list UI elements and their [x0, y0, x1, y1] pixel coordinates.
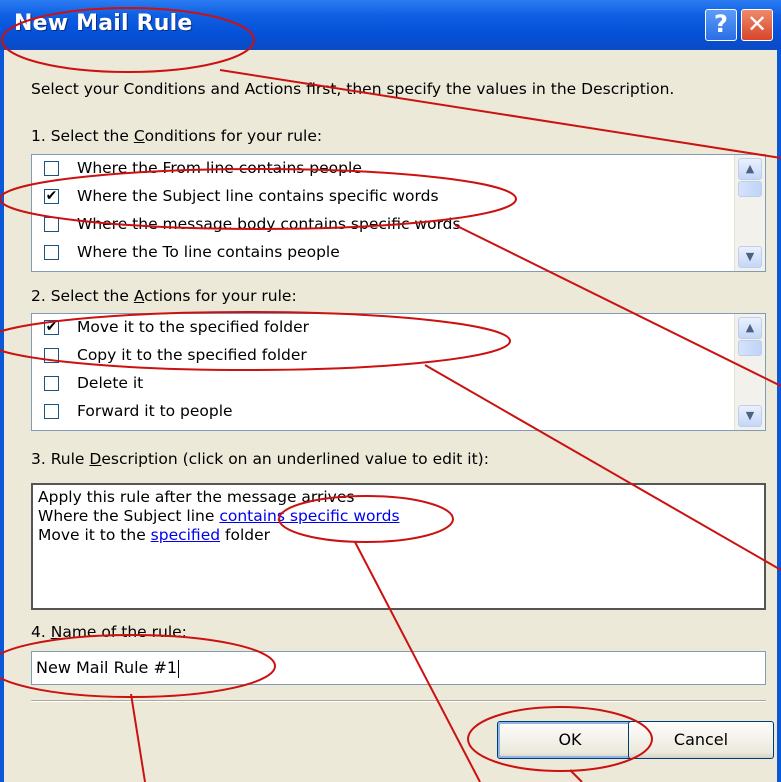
ok-button[interactable]: OK	[497, 721, 643, 759]
condition-label-to: Where the To line contains people	[77, 243, 340, 261]
scroll-thumb[interactable]	[738, 340, 762, 356]
divider	[31, 700, 766, 702]
scroll-thumb[interactable]	[738, 181, 762, 197]
scroll-down-icon[interactable]: ▼	[738, 405, 762, 427]
condition-checkbox-body[interactable]	[44, 217, 59, 232]
condition-checkbox-from[interactable]	[44, 161, 59, 176]
actions-label: 2. Select the Actions for your rule:	[31, 287, 297, 305]
contains-specific-words-link[interactable]: contains specific words	[219, 507, 399, 525]
scroll-up-icon[interactable]: ▲	[738, 158, 762, 180]
description-line-1: Apply this rule after the message arrive…	[38, 488, 355, 506]
close-button[interactable]: ✕	[741, 9, 773, 41]
conditions-label: 1. Select the Conditions for your rule:	[31, 127, 323, 145]
condition-label-body: Where the message body contains specific…	[77, 215, 461, 233]
action-checkbox-copy[interactable]	[44, 348, 59, 363]
condition-checkbox-subject[interactable]: ✔	[44, 189, 59, 204]
description-label: 3. Rule Description (click on an underli…	[31, 450, 489, 468]
help-button[interactable]: ?	[705, 9, 737, 41]
title-bar: New Mail Rule ? ✕	[0, 0, 781, 50]
rule-description-box: Apply this rule after the message arrive…	[31, 483, 766, 610]
specified-folder-link[interactable]: specified	[151, 526, 220, 544]
actions-scrollbar[interactable]: ▲ ▼	[734, 314, 765, 430]
action-checkbox-move[interactable]: ✔	[44, 320, 59, 335]
condition-label-from: Where the From line contains people	[77, 159, 362, 177]
rule-name-input[interactable]: New Mail Rule #1	[31, 651, 766, 685]
instructions-text: Select your Conditions and Actions first…	[31, 80, 675, 98]
actions-list: ✔ Move it to the specified folder Copy i…	[31, 313, 766, 431]
scroll-up-icon[interactable]: ▲	[738, 317, 762, 339]
cancel-button[interactable]: Cancel	[628, 721, 774, 759]
action-checkbox-forward[interactable]	[44, 404, 59, 419]
action-label-move: Move it to the specified folder	[77, 318, 309, 336]
text-caret	[178, 659, 180, 678]
new-mail-rule-dialog: New Mail Rule ? ✕ Select your Conditions…	[0, 0, 781, 782]
conditions-list: Where the From line contains people ✔ Wh…	[31, 154, 766, 272]
condition-label-subject: Where the Subject line contains specific…	[77, 187, 439, 205]
description-line-3: Move it to the specified folder	[38, 526, 270, 544]
action-checkbox-delete[interactable]	[44, 376, 59, 391]
action-label-delete: Delete it	[77, 374, 144, 392]
rule-name-label: 4. Name of the rule:	[31, 623, 187, 641]
conditions-scrollbar[interactable]: ▲ ▼	[734, 155, 765, 271]
condition-checkbox-to[interactable]	[44, 245, 59, 260]
action-label-forward: Forward it to people	[77, 402, 233, 420]
description-line-2: Where the Subject line contains specific…	[38, 507, 400, 525]
action-label-copy: Copy it to the specified folder	[77, 346, 307, 364]
scroll-down-icon[interactable]: ▼	[738, 246, 762, 268]
window-title: New Mail Rule	[14, 11, 193, 36]
